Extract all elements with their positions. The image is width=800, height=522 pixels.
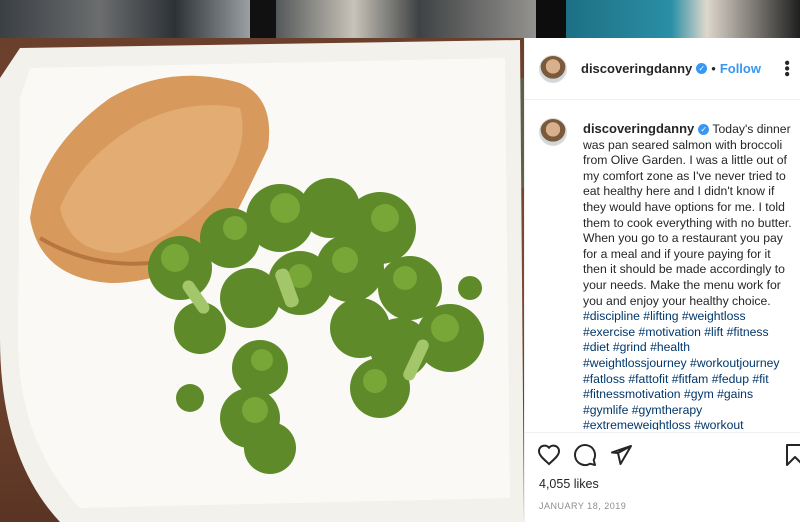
post-caption: discoveringdanny ✓ Today's dinner was pan… — [539, 118, 797, 430]
caption-username-link[interactable]: discoveringdanny — [583, 121, 694, 136]
top-thumbnail-strip — [0, 0, 800, 38]
salmon-broccoli-plate-image — [0, 40, 524, 522]
thumbnail-gap — [250, 0, 276, 38]
avatar[interactable] — [539, 54, 567, 83]
heart-icon[interactable] — [537, 443, 561, 467]
bookmark-icon[interactable] — [783, 443, 800, 467]
caption-text: discoveringdanny ✓ Today's dinner was pan… — [583, 121, 797, 430]
avatar[interactable] — [539, 118, 567, 146]
thumbnail-gap — [536, 0, 566, 38]
thumbnail-image — [276, 0, 536, 38]
comment-icon[interactable] — [573, 443, 597, 467]
likes-count[interactable]: 4,055 likes — [539, 477, 599, 491]
verified-badge-icon: ✓ — [698, 124, 710, 136]
verified-badge-icon: ✓ — [696, 63, 708, 74]
caption-hashtags[interactable]: #discipline #lifting #weightloss #exerci… — [583, 309, 779, 430]
post-panel: discoveringdanny ✓ • Follow ••• discover… — [524, 38, 800, 522]
share-icon[interactable] — [609, 443, 633, 467]
post-photo — [0, 38, 524, 522]
username-link[interactable]: discoveringdanny — [581, 61, 692, 76]
separator-dot: • — [711, 61, 716, 76]
post-header: discoveringdanny ✓ • Follow ••• — [525, 38, 800, 100]
post-actions: 4,055 likes JANUARY 18, 2019 — [525, 432, 800, 522]
caption-body: Today's dinner was pan seared salmon wit… — [583, 122, 792, 308]
post-date: JANUARY 18, 2019 — [539, 501, 627, 511]
thumbnail-image — [0, 0, 250, 38]
thumbnail-image — [566, 0, 800, 38]
follow-button[interactable]: Follow — [720, 61, 761, 76]
more-options-icon[interactable]: ••• — [777, 60, 795, 77]
